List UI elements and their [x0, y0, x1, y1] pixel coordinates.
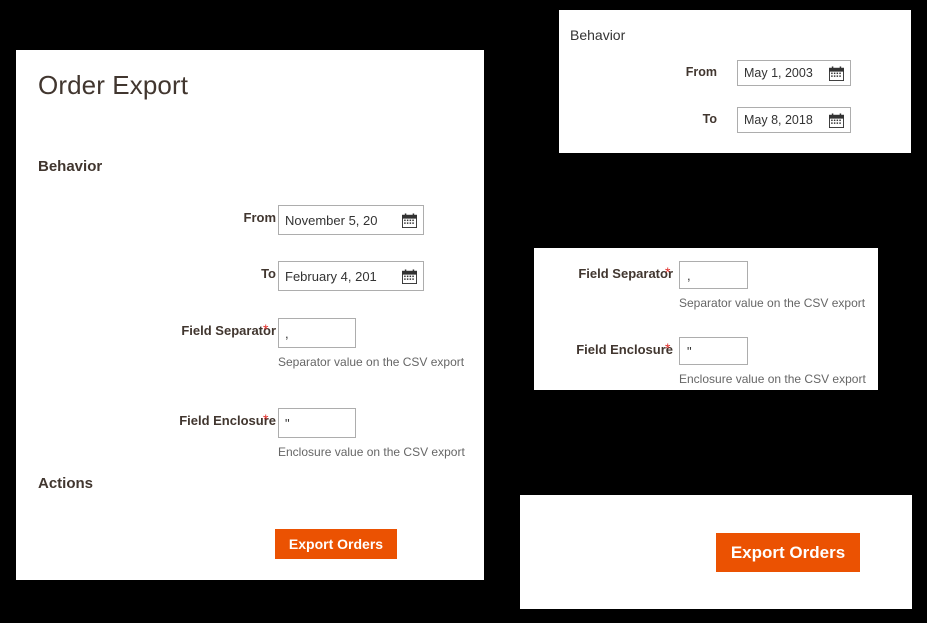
detail-from-date-value: May 1, 2003 [744, 66, 813, 80]
order-export-panel: Order Export Behavior From November 5, 2… [16, 50, 484, 580]
export-orders-button[interactable]: Export Orders [275, 529, 397, 559]
detail-to-row: To May 8, 2018 [559, 107, 911, 133]
calendar-icon[interactable] [402, 212, 417, 228]
field-separator-input[interactable]: , [278, 318, 356, 348]
to-label: To [261, 266, 276, 281]
behavior-detail-heading: Behavior [570, 27, 626, 43]
detail-field-enclosure-row: Field Enclosure * " [534, 337, 878, 365]
detail-field-separator-input[interactable]: , [679, 261, 748, 289]
detail-to-date-input[interactable]: May 8, 2018 [737, 107, 851, 133]
field-separator-row: Field Separator * , [16, 318, 484, 348]
field-enclosure-value: " [285, 415, 290, 431]
detail-field-enclosure-input[interactable]: " [679, 337, 748, 365]
required-asterisk: * [263, 321, 269, 337]
csv-fields-detail-panel: Field Separator * , Separator value on t… [534, 248, 878, 390]
page-title: Order Export [38, 70, 189, 100]
detail-from-date-input[interactable]: May 1, 2003 [737, 60, 851, 86]
behavior-detail-panel: Behavior From May 1, 2003 To May 8, 2018 [559, 10, 911, 153]
export-orders-button[interactable]: Export Orders [716, 533, 860, 572]
to-date-input[interactable]: February 4, 201 [278, 261, 424, 291]
field-enclosure-row: Field Enclosure * " [16, 408, 484, 438]
detail-field-enclosure-help: Enclosure value on the CSV export [679, 372, 866, 386]
detail-field-separator-label: Field Separator [578, 266, 673, 281]
required-asterisk: * [263, 411, 269, 427]
detail-from-row: From May 1, 2003 [559, 60, 911, 86]
field-enclosure-input[interactable]: " [278, 408, 356, 438]
to-date-value: February 4, 201 [285, 268, 377, 284]
field-separator-value: , [285, 325, 289, 341]
field-enclosure-label: Field Enclosure [179, 413, 276, 428]
calendar-icon[interactable] [829, 65, 844, 81]
export-action-detail-panel: Export Orders [520, 495, 912, 609]
calendar-icon[interactable] [829, 112, 844, 128]
detail-field-enclosure-value: " [687, 343, 692, 359]
detail-to-label: To [702, 112, 717, 126]
required-asterisk: * [665, 340, 671, 356]
field-enclosure-help: Enclosure value on the CSV export [278, 445, 465, 459]
behavior-section-heading: Behavior [38, 158, 103, 175]
detail-field-enclosure-label: Field Enclosure [576, 342, 673, 357]
from-date-input[interactable]: November 5, 20 [278, 205, 424, 235]
actions-section-heading: Actions [38, 475, 94, 492]
from-label: From [243, 210, 277, 225]
detail-field-separator-row: Field Separator * , [534, 261, 878, 289]
from-date-value: November 5, 20 [285, 212, 378, 228]
detail-field-separator-value: , [687, 267, 691, 283]
detail-field-separator-help: Separator value on the CSV export [679, 296, 866, 310]
calendar-icon[interactable] [402, 268, 417, 284]
to-date-row: To February 4, 201 [16, 261, 484, 291]
field-separator-help: Separator value on the CSV export [278, 355, 465, 369]
detail-to-date-value: May 8, 2018 [744, 113, 813, 127]
field-separator-label: Field Separator [181, 323, 276, 338]
detail-from-label: From [685, 65, 717, 79]
from-date-row: From November 5, 20 [16, 205, 484, 235]
required-asterisk: * [665, 264, 671, 280]
